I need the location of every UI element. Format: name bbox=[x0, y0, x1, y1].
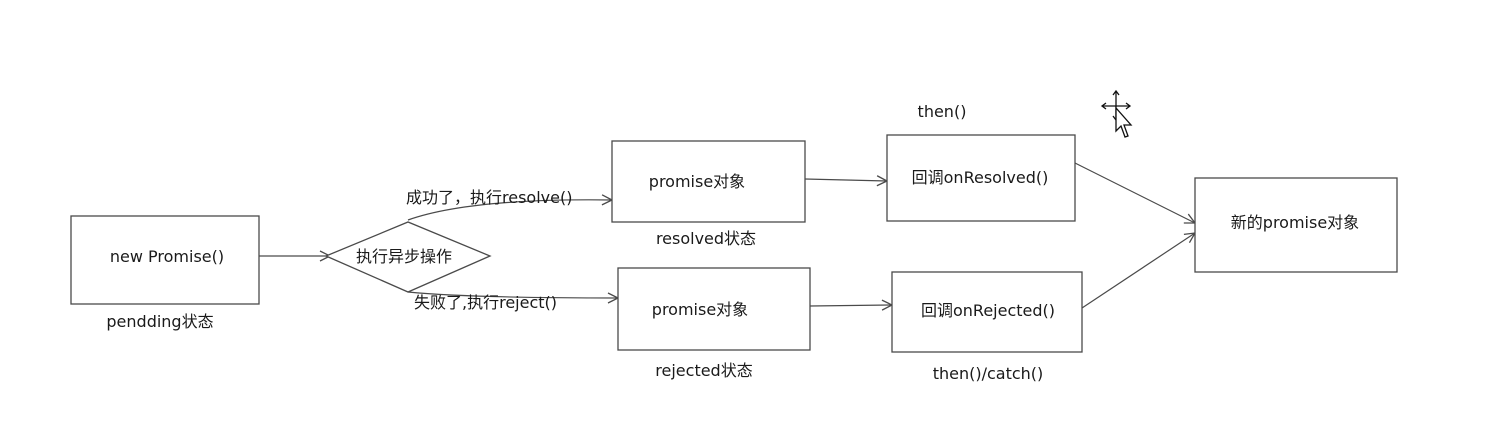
arrow-cursor-icon bbox=[1115, 106, 1133, 138]
arrow-move-cursor-icon bbox=[1100, 89, 1133, 138]
label-then-catch: then()/catch() bbox=[933, 364, 1044, 383]
edge-resolved-to-callback bbox=[804, 179, 887, 181]
edge-onrejected-to-new-promise bbox=[1081, 233, 1195, 309]
edge-onresolved-to-new-promise bbox=[1074, 162, 1195, 223]
node-new-promise-label: new Promise() bbox=[110, 247, 224, 266]
node-on-resolved-label: 回调onResolved() bbox=[912, 168, 1049, 187]
label-then: then() bbox=[918, 102, 967, 121]
label-fail-edge: 失败了,执行reject() bbox=[414, 293, 557, 312]
node-promise-rejected-label: promise对象 bbox=[652, 300, 748, 319]
node-on-rejected-label: 回调onRejected() bbox=[921, 301, 1055, 320]
node-async-op-label: 执行异步操作 bbox=[356, 247, 452, 266]
label-success-edge: 成功了，执行resolve() bbox=[406, 188, 572, 207]
promise-flow-diagram: new Promise() 执行异步操作 promise对象 promise对象… bbox=[70, 89, 1398, 383]
edge-rejected-to-callback bbox=[809, 305, 892, 306]
label-resolved-state: resolved状态 bbox=[656, 229, 756, 248]
node-promise-resolved-label: promise对象 bbox=[649, 172, 745, 191]
label-rejected-state: rejected状态 bbox=[655, 361, 752, 380]
label-pending-state: pendding状态 bbox=[106, 312, 213, 331]
node-new-promise-object-label: 新的promise对象 bbox=[1231, 213, 1359, 232]
